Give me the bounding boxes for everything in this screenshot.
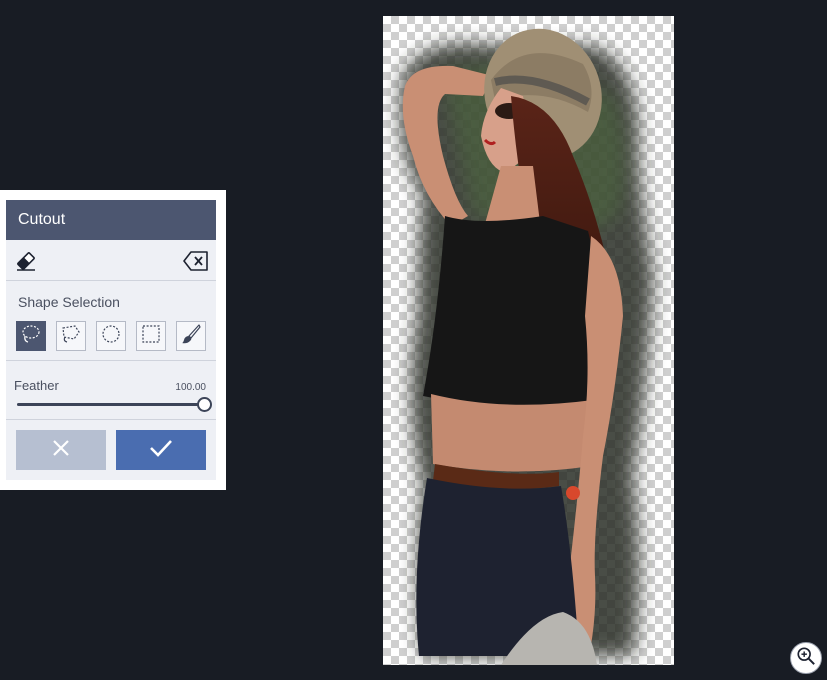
ellipse-select-icon	[100, 323, 122, 350]
check-icon	[149, 438, 173, 463]
shape-selection-section: Shape Selection	[6, 281, 216, 361]
brush-select-button[interactable]	[176, 321, 206, 351]
image-canvas[interactable]	[383, 16, 674, 665]
feather-value: 100.00	[175, 382, 206, 393]
cutout-panel: Cutout Shape Selection Feather 100.00	[0, 190, 226, 490]
shape-selection-buttons	[16, 321, 216, 351]
cancel-button[interactable]	[16, 430, 106, 470]
cutout-panel-body: Cutout Shape Selection Feather 100.00	[6, 200, 216, 480]
feather-section: Feather 100.00	[6, 361, 216, 420]
feather-slider-thumb[interactable]	[197, 397, 212, 412]
editor-workspace: Cutout Shape Selection Feather 100.00	[0, 0, 827, 680]
zoom-in-icon	[796, 646, 816, 671]
polygon-lasso-button[interactable]	[56, 321, 86, 351]
lasso-icon	[20, 323, 42, 350]
eraser-toolbar	[6, 240, 216, 281]
rectangle-select-icon	[140, 323, 162, 350]
zoom-in-button[interactable]	[790, 642, 822, 674]
panel-title: Cutout	[6, 200, 216, 240]
polygon-lasso-icon	[60, 323, 82, 350]
feather-slider-fill	[17, 403, 204, 406]
rectangle-select-button[interactable]	[136, 321, 166, 351]
backspace-icon[interactable]	[183, 250, 209, 272]
brush-icon	[180, 323, 202, 350]
eraser-icon[interactable]	[14, 249, 38, 273]
feather-label: Feather	[14, 378, 59, 393]
shape-selection-title: Shape Selection	[18, 294, 120, 310]
feather-slider[interactable]	[17, 397, 212, 412]
ellipse-select-button[interactable]	[96, 321, 126, 351]
close-icon	[51, 438, 71, 463]
action-row	[6, 420, 216, 480]
lasso-button[interactable]	[16, 321, 46, 351]
apply-button[interactable]	[116, 430, 206, 470]
cutout-photo	[400, 28, 653, 665]
